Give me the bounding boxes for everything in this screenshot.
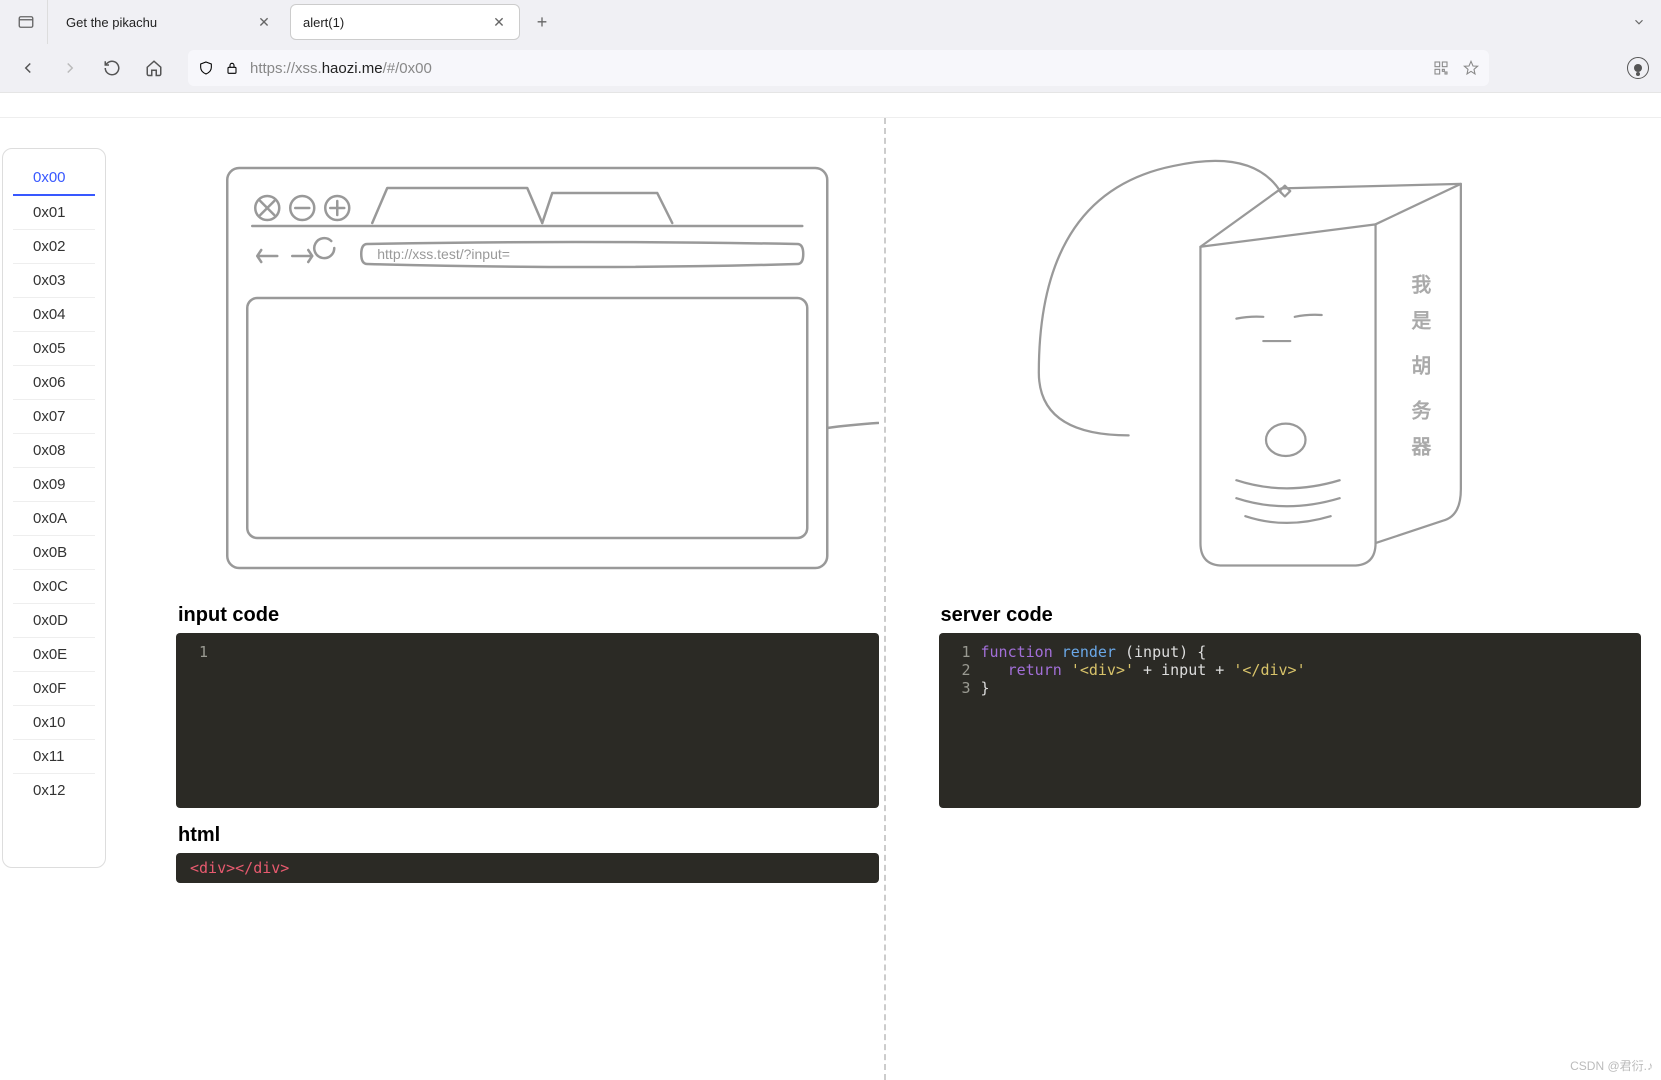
level-item-0x0D[interactable]: 0x0D [13,604,95,638]
nav-toolbar: https://xss.haozi.me/#/0x00 [0,44,1661,92]
svg-text:我: 我 [1411,275,1431,297]
address-bar[interactable]: https://xss.haozi.me/#/0x00 [188,50,1489,86]
server-code-title: server code [941,604,1642,627]
level-item-0x12[interactable]: 0x12 [13,774,95,807]
input-code-box[interactable]: 1 [176,633,879,808]
level-item-0x04[interactable]: 0x04 [13,298,95,332]
tab-alert[interactable]: alert(1) ✕ [290,4,520,40]
sketch-url-placeholder: http://xss.test/?input= [377,246,510,262]
svg-text:胡: 胡 [1411,355,1431,377]
tab-pikachu[interactable]: Get the pikachu ✕ [54,4,284,40]
tab-label: alert(1) [303,15,491,30]
all-tabs-dropdown[interactable] [1621,4,1657,40]
server-sketch: 我 是 胡 务 器 [939,148,1642,588]
bookmarks-strip [0,92,1661,118]
level-item-0x08[interactable]: 0x08 [13,434,95,468]
recent-browsing-icon[interactable] [4,0,48,44]
qr-icon[interactable] [1433,60,1449,76]
back-button[interactable] [12,52,44,84]
html-output-box: <div></div> [176,853,879,883]
level-item-0x0C[interactable]: 0x0C [13,570,95,604]
forward-button[interactable] [54,52,86,84]
svg-text:是: 是 [1411,311,1431,333]
center-divider [884,118,886,1080]
tab-label: Get the pikachu [66,15,256,30]
svg-text:务: 务 [1411,399,1431,422]
level-item-0x03[interactable]: 0x03 [13,264,95,298]
bookmark-star-icon[interactable] [1463,60,1479,76]
svg-text:器: 器 [1410,436,1432,458]
new-tab-button[interactable]: + [526,6,558,38]
level-item-0x01[interactable]: 0x01 [13,196,95,230]
level-item-0x0A[interactable]: 0x0A [13,502,95,536]
level-item-0x06[interactable]: 0x06 [13,366,95,400]
profile-button[interactable] [1627,57,1649,79]
level-item-0x09[interactable]: 0x09 [13,468,95,502]
close-icon[interactable]: ✕ [256,14,272,30]
level-item-0x0F[interactable]: 0x0F [13,672,95,706]
browser-chrome: Get the pikachu ✕ alert(1) ✕ + https:/ [0,0,1661,92]
level-sidebar: 0x000x010x020x030x040x050x060x070x080x09… [2,148,106,868]
level-item-0x10[interactable]: 0x10 [13,706,95,740]
tab-strip: Get the pikachu ✕ alert(1) ✕ + [0,0,1661,44]
url-text: https://xss.haozi.me/#/0x00 [250,60,432,77]
level-item-0x0E[interactable]: 0x0E [13,638,95,672]
shield-icon [198,60,214,76]
html-title: html [178,824,879,847]
browser-sketch: http://xss.test/?input= [176,148,879,588]
reload-button[interactable] [96,52,128,84]
level-item-0x11[interactable]: 0x11 [13,740,95,774]
input-code-title: input code [178,604,879,627]
lock-icon [224,60,240,76]
close-icon[interactable]: ✕ [491,14,507,30]
level-item-0x07[interactable]: 0x07 [13,400,95,434]
home-button[interactable] [138,52,170,84]
level-item-0x05[interactable]: 0x05 [13,332,95,366]
level-item-0x00[interactable]: 0x00 [13,161,95,196]
server-code-box: 1function render (input) { 2 return '<di… [939,633,1642,808]
page-content: 0x000x010x020x030x040x050x060x070x080x09… [0,118,1661,1080]
level-item-0x02[interactable]: 0x02 [13,230,95,264]
level-item-0x0B[interactable]: 0x0B [13,536,95,570]
